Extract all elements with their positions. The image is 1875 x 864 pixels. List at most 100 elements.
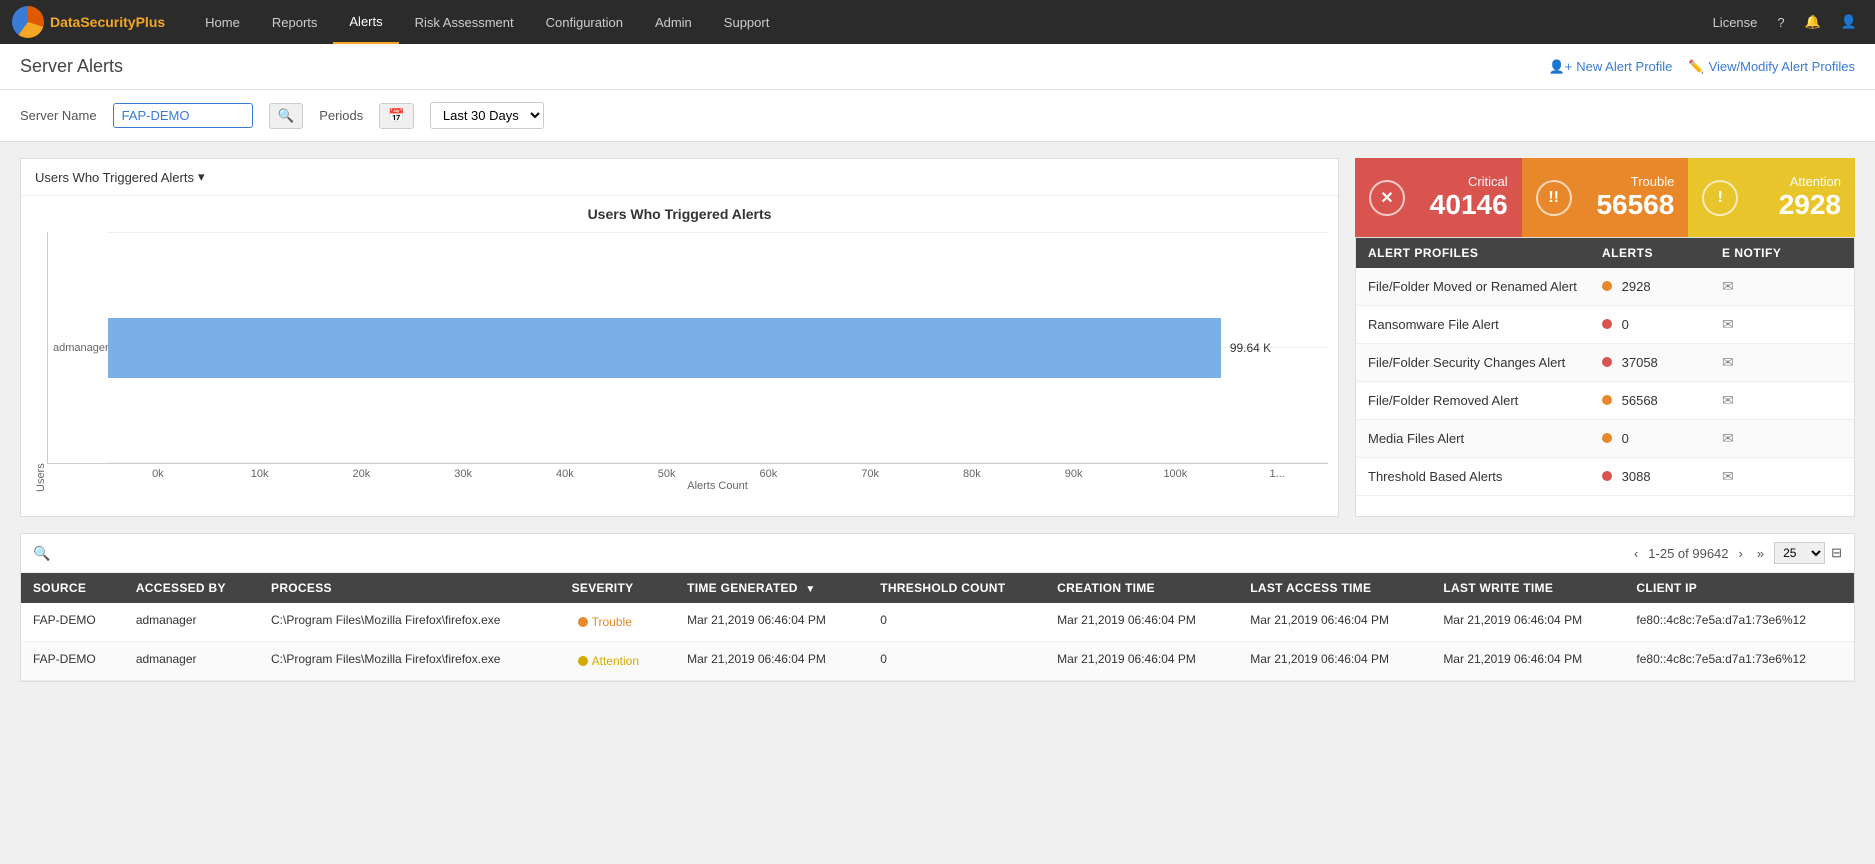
prev-page-button[interactable]: ‹ — [1630, 544, 1642, 563]
trouble-info: Trouble 56568 — [1596, 174, 1674, 221]
dot-1 — [1602, 319, 1612, 329]
x-tick-90: 90k — [1023, 468, 1125, 480]
server-name-label: Server Name — [20, 108, 97, 123]
col-accessed-by: ACCESSED BY — [124, 573, 259, 603]
col-severity: SEVERITY — [560, 573, 676, 603]
cell-process-0: C:\Program Files\Mozilla Firefox\firefox… — [259, 603, 560, 642]
chart-inner: admanager 99.64 K 0k 10k 20k 30k 40k — [47, 232, 1328, 492]
pagination-info: ‹ 1-25 of 99642 › » 25 50 100 ⊟ — [1630, 542, 1842, 564]
email-icon-3[interactable]: ✉ — [1722, 392, 1842, 409]
logo-text: DataSecurityPlus — [50, 14, 165, 30]
add-profile-icon: 👤+ — [1549, 59, 1573, 75]
alert-row-4[interactable]: Media Files Alert 0 ✉ — [1356, 420, 1854, 458]
alert-row-2[interactable]: File/Folder Security Changes Alert 37058… — [1356, 344, 1854, 382]
cell-time-0: Mar 21,2019 06:46:04 PM — [675, 603, 868, 642]
logo-icon — [12, 6, 44, 38]
nav-alerts[interactable]: Alerts — [333, 0, 398, 44]
alert-count-4: 0 — [1602, 431, 1722, 446]
header-actions: 👤+ New Alert Profile ✏️ View/Modify Aler… — [1549, 59, 1856, 75]
alert-count-5: 3088 — [1602, 469, 1722, 484]
calendar-icon-button[interactable]: 📅 — [379, 103, 414, 129]
new-alert-profile-button[interactable]: 👤+ New Alert Profile — [1549, 59, 1673, 75]
enotify-col-header: E NOTIFY — [1722, 246, 1842, 260]
table-toolbar: 🔍 ‹ 1-25 of 99642 › » 25 50 100 ⊟ — [21, 534, 1854, 573]
notification-bell[interactable]: 🔔 — [1799, 14, 1827, 30]
alert-profile-name-3: File/Folder Removed Alert — [1368, 393, 1602, 408]
x-tick-more: 1... — [1226, 468, 1328, 480]
table-row: FAP-DEMO admanager C:\Program Files\Mozi… — [21, 642, 1854, 681]
critical-label: Critical — [1430, 174, 1508, 189]
cell-threshold-0: 0 — [868, 603, 1045, 642]
email-icon-2[interactable]: ✉ — [1722, 354, 1842, 371]
dot-4 — [1602, 433, 1612, 443]
alert-count-1: 0 — [1602, 317, 1722, 332]
col-time-generated[interactable]: TIME GENERATED ▼ — [675, 573, 868, 603]
view-modify-profiles-button[interactable]: ✏️ View/Modify Alert Profiles — [1688, 59, 1855, 75]
page-size-select[interactable]: 25 50 100 — [1774, 542, 1825, 564]
email-icon-0[interactable]: ✉ — [1722, 278, 1842, 295]
chart-area: Users admanager — [31, 232, 1328, 492]
nav-reports[interactable]: Reports — [256, 0, 334, 44]
last-page-button[interactable]: » — [1753, 544, 1768, 563]
nav-risk-assessment[interactable]: Risk Assessment — [399, 0, 530, 44]
period-select[interactable]: Last 30 Days — [430, 102, 544, 129]
email-icon-4[interactable]: ✉ — [1722, 430, 1842, 447]
chart-body: Users Who Triggered Alerts Users — [21, 196, 1338, 516]
chart-dropdown-button[interactable]: Users Who Triggered Alerts ▾ — [35, 169, 204, 185]
cell-process-1: C:\Program Files\Mozilla Firefox\firefox… — [259, 642, 560, 681]
chart-dropdown-label: Users Who Triggered Alerts — [35, 170, 194, 185]
dot-3 — [1602, 395, 1612, 405]
next-page-button[interactable]: › — [1735, 544, 1747, 563]
severity-dot-1 — [578, 656, 588, 666]
alert-table-header: ALERT PROFILES ALERTS E NOTIFY — [1356, 238, 1854, 268]
attention-stat-card[interactable]: ! Attention 2928 — [1688, 158, 1855, 237]
alert-profile-name-1: Ransomware File Alert — [1368, 317, 1602, 332]
license-link[interactable]: License — [1707, 15, 1764, 30]
nav-support[interactable]: Support — [708, 0, 786, 44]
nav-home[interactable]: Home — [189, 0, 256, 44]
x-tick-0: 0k — [107, 468, 209, 480]
critical-value: 40146 — [1430, 189, 1508, 221]
nav-configuration[interactable]: Configuration — [530, 0, 639, 44]
chart-header: Users Who Triggered Alerts ▾ — [21, 159, 1338, 196]
critical-stat-card[interactable]: ✕ Critical 40146 — [1355, 158, 1522, 237]
app-logo[interactable]: DataSecurityPlus — [12, 6, 165, 38]
server-search-button[interactable]: 🔍 — [269, 103, 304, 129]
edit-icon: ✏️ — [1688, 59, 1704, 75]
critical-info: Critical 40146 — [1430, 174, 1508, 221]
column-settings-icon[interactable]: ⊟ — [1831, 545, 1842, 561]
cell-source-0: FAP-DEMO — [21, 603, 124, 642]
x-tick-20: 20k — [311, 468, 413, 480]
help-button[interactable]: ? — [1771, 15, 1790, 30]
trouble-icon: !! — [1536, 180, 1572, 216]
chart-panel: Users Who Triggered Alerts ▾ Users Who T… — [20, 158, 1339, 517]
col-last-access-time: LAST ACCESS TIME — [1238, 573, 1431, 603]
user-avatar[interactable]: 👤 — [1835, 14, 1863, 30]
email-icon-5[interactable]: ✉ — [1722, 468, 1842, 485]
server-name-input[interactable] — [113, 103, 253, 128]
x-tick-100: 100k — [1125, 468, 1227, 480]
col-process: PROCESS — [259, 573, 560, 603]
cell-creation-0: Mar 21,2019 06:46:04 PM — [1045, 603, 1238, 642]
cell-last-access-0: Mar 21,2019 06:46:04 PM — [1238, 603, 1431, 642]
nav-right: License ? 🔔 👤 — [1707, 14, 1863, 30]
alert-row-1[interactable]: Ransomware File Alert 0 ✉ — [1356, 306, 1854, 344]
dot-5 — [1602, 471, 1612, 481]
alert-profile-name-2: File/Folder Security Changes Alert — [1368, 355, 1602, 370]
x-axis-title: Alerts Count — [107, 480, 1328, 492]
table-search-button[interactable]: 🔍 — [33, 545, 50, 562]
email-icon-1[interactable]: ✉ — [1722, 316, 1842, 333]
chart-bar: 99.64 K — [108, 318, 1221, 378]
top-navigation: DataSecurityPlus Home Reports Alerts Ris… — [0, 0, 1875, 44]
alert-row-3[interactable]: File/Folder Removed Alert 56568 ✉ — [1356, 382, 1854, 420]
x-tick-30: 30k — [412, 468, 514, 480]
alert-row-5[interactable]: Threshold Based Alerts 3088 ✉ — [1356, 458, 1854, 496]
col-creation-time: CREATION TIME — [1045, 573, 1238, 603]
chart-dropdown-icon: ▾ — [198, 169, 205, 185]
trouble-stat-card[interactable]: !! Trouble 56568 — [1522, 158, 1689, 237]
cell-last-write-0: Mar 21,2019 06:46:04 PM — [1431, 603, 1624, 642]
col-last-write-time: LAST WRITE TIME — [1431, 573, 1624, 603]
alert-count-3: 56568 — [1602, 393, 1722, 408]
nav-admin[interactable]: Admin — [639, 0, 708, 44]
alert-row-0[interactable]: File/Folder Moved or Renamed Alert 2928 … — [1356, 268, 1854, 306]
